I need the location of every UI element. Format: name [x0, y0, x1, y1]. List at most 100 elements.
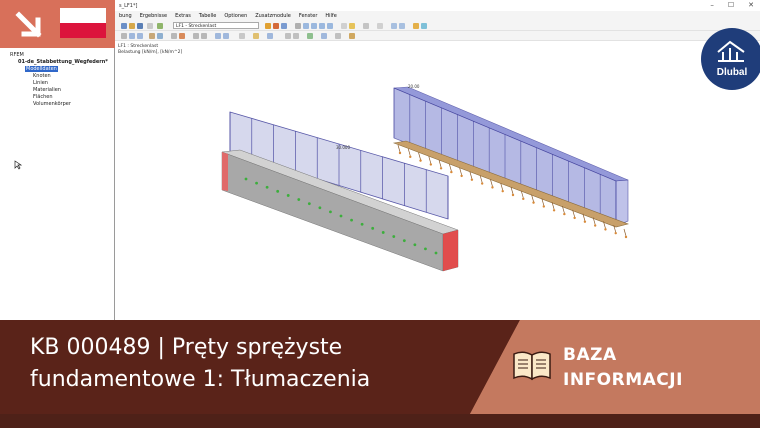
- nav-item-volumenkoerper[interactable]: Volumenkörper: [33, 101, 71, 107]
- visibility-icon[interactable]: [335, 33, 341, 39]
- check-icon[interactable]: [307, 33, 313, 39]
- print-icon[interactable]: [147, 23, 153, 29]
- menu-item-extras[interactable]: Extras: [175, 13, 191, 19]
- spring-support: [407, 148, 411, 156]
- section-icon[interactable]: [321, 33, 327, 39]
- close-button[interactable]: ✕: [748, 0, 754, 11]
- zoom-icon[interactable]: [295, 23, 301, 29]
- filter-icon[interactable]: [363, 23, 369, 29]
- window-title: s_LF1*]: [119, 3, 138, 9]
- load-icon[interactable]: [179, 33, 185, 39]
- model-graphic[interactable]: 30.000 20.00: [116, 41, 760, 320]
- window-titlebar: s_LF1*] – ☐ ✕: [115, 0, 760, 11]
- nav-item-modelldaten[interactable]: Modelldaten: [25, 66, 58, 72]
- help-icon[interactable]: [421, 23, 427, 29]
- line-icon[interactable]: [137, 33, 143, 39]
- spring-marker: [350, 218, 353, 222]
- article-title-line-1: KB 000489 | Pręty sprężyste: [30, 335, 343, 360]
- member-icon[interactable]: [149, 33, 155, 39]
- select-icon[interactable]: [121, 33, 127, 39]
- support-icon[interactable]: [171, 33, 177, 39]
- spring-support-base: [409, 155, 412, 159]
- save-icon[interactable]: [137, 23, 143, 29]
- copy-icon[interactable]: [201, 33, 207, 39]
- spring-marker: [307, 202, 311, 206]
- grid-icon[interactable]: [215, 33, 221, 39]
- nav-root[interactable]: RFEM: [10, 52, 24, 58]
- spring-marker: [276, 189, 280, 193]
- view-z-icon[interactable]: [327, 23, 333, 29]
- window-icon[interactable]: [391, 23, 397, 29]
- calculate-icon[interactable]: [157, 23, 163, 29]
- dimension-icon[interactable]: [285, 33, 291, 39]
- results-icon[interactable]: [265, 23, 271, 29]
- spring-support: [428, 156, 432, 164]
- article-title: KB 000489 | Pręty sprężyste fundamentowe…: [30, 332, 480, 396]
- menu-item-zusatzmodule[interactable]: Zusatzmodule: [255, 13, 291, 19]
- nav-project[interactable]: 01-de_Stabbettung_Wegfedern*: [18, 59, 108, 65]
- node-icon[interactable]: [129, 33, 135, 39]
- spring-support-base: [429, 163, 433, 166]
- spring-support: [397, 144, 401, 153]
- measure-icon[interactable]: [239, 33, 245, 39]
- comment-icon[interactable]: [293, 33, 299, 39]
- language-badge: [0, 0, 115, 48]
- move-icon[interactable]: [193, 33, 199, 39]
- spring-support-base: [624, 235, 628, 239]
- section-label: BAZA INFORMACJI: [563, 343, 683, 393]
- module-icon[interactable]: [413, 23, 419, 29]
- guide-icon[interactable]: [253, 33, 259, 39]
- spring-support-base: [491, 186, 494, 189]
- spring-support: [459, 167, 462, 176]
- article-title-line-2: fundamentowe 1: Tłumaczenia: [30, 367, 371, 392]
- nav-item-knoten[interactable]: Knoten: [33, 73, 51, 79]
- spring-marker: [392, 235, 396, 238]
- model-view[interactable]: 30.000 20.00 LF1 : Streckenlast Belastun…: [116, 41, 760, 320]
- surface-icon[interactable]: [157, 33, 163, 39]
- toolbar-row-2: [115, 31, 760, 41]
- menu-item-fenster[interactable]: Fenster: [299, 13, 318, 19]
- spring-marker: [381, 231, 385, 234]
- deformation-icon[interactable]: [273, 23, 279, 29]
- minimize-button[interactable]: –: [710, 0, 714, 11]
- color-icon[interactable]: [349, 33, 355, 39]
- spring-support-base: [614, 231, 617, 235]
- coord-icon[interactable]: [267, 33, 273, 39]
- snap-icon[interactable]: [223, 33, 229, 39]
- display-icon[interactable]: [281, 23, 287, 29]
- spring-support-base: [480, 182, 484, 185]
- table-icon[interactable]: [399, 23, 405, 29]
- spring-support: [469, 171, 473, 179]
- new-file-icon[interactable]: [121, 23, 127, 29]
- spring-marker: [360, 222, 364, 226]
- view-y-icon[interactable]: [319, 23, 325, 29]
- arrow-down-right-icon: [15, 11, 42, 38]
- view-units-label: Belastung [kN/m], [kN/m^2]: [118, 50, 183, 55]
- maximize-button[interactable]: ☐: [728, 0, 734, 11]
- menu-item-hilfe[interactable]: Hilfe: [325, 13, 336, 19]
- spring-support-base: [604, 228, 607, 231]
- section-label-line-1: BAZA: [563, 345, 617, 365]
- load-case-select[interactable]: LF1 - Streckenlast: [173, 22, 259, 29]
- nav-item-linien[interactable]: Linien: [33, 80, 48, 86]
- view-iso-icon[interactable]: [303, 23, 309, 29]
- light-icon[interactable]: [349, 23, 355, 29]
- spring-support: [479, 175, 483, 183]
- spring-marker: [255, 181, 258, 185]
- render-icon[interactable]: [341, 23, 347, 29]
- spring-support-base: [593, 224, 597, 227]
- project-navigator: RFEM 01-de_Stabbettung_Wegfedern* Modell…: [0, 48, 115, 320]
- menu-item-ergebnisse[interactable]: Ergebnisse: [140, 13, 167, 19]
- spring-support-base: [542, 205, 546, 208]
- spring-marker: [265, 185, 269, 189]
- menu-item-optionen[interactable]: Optionen: [224, 13, 247, 19]
- menu-item-tabelle[interactable]: Tabelle: [199, 13, 216, 19]
- open-file-icon[interactable]: [129, 23, 135, 29]
- view-x-icon[interactable]: [311, 23, 317, 29]
- spring-support-base: [419, 159, 422, 162]
- rotate-icon[interactable]: [377, 23, 383, 29]
- nav-item-materialien[interactable]: Materialien: [33, 87, 61, 93]
- menu-item-bearbeitung[interactable]: bung: [119, 13, 132, 19]
- nav-item-flaechen[interactable]: Flächen: [33, 94, 53, 100]
- spring-support-base: [460, 174, 463, 178]
